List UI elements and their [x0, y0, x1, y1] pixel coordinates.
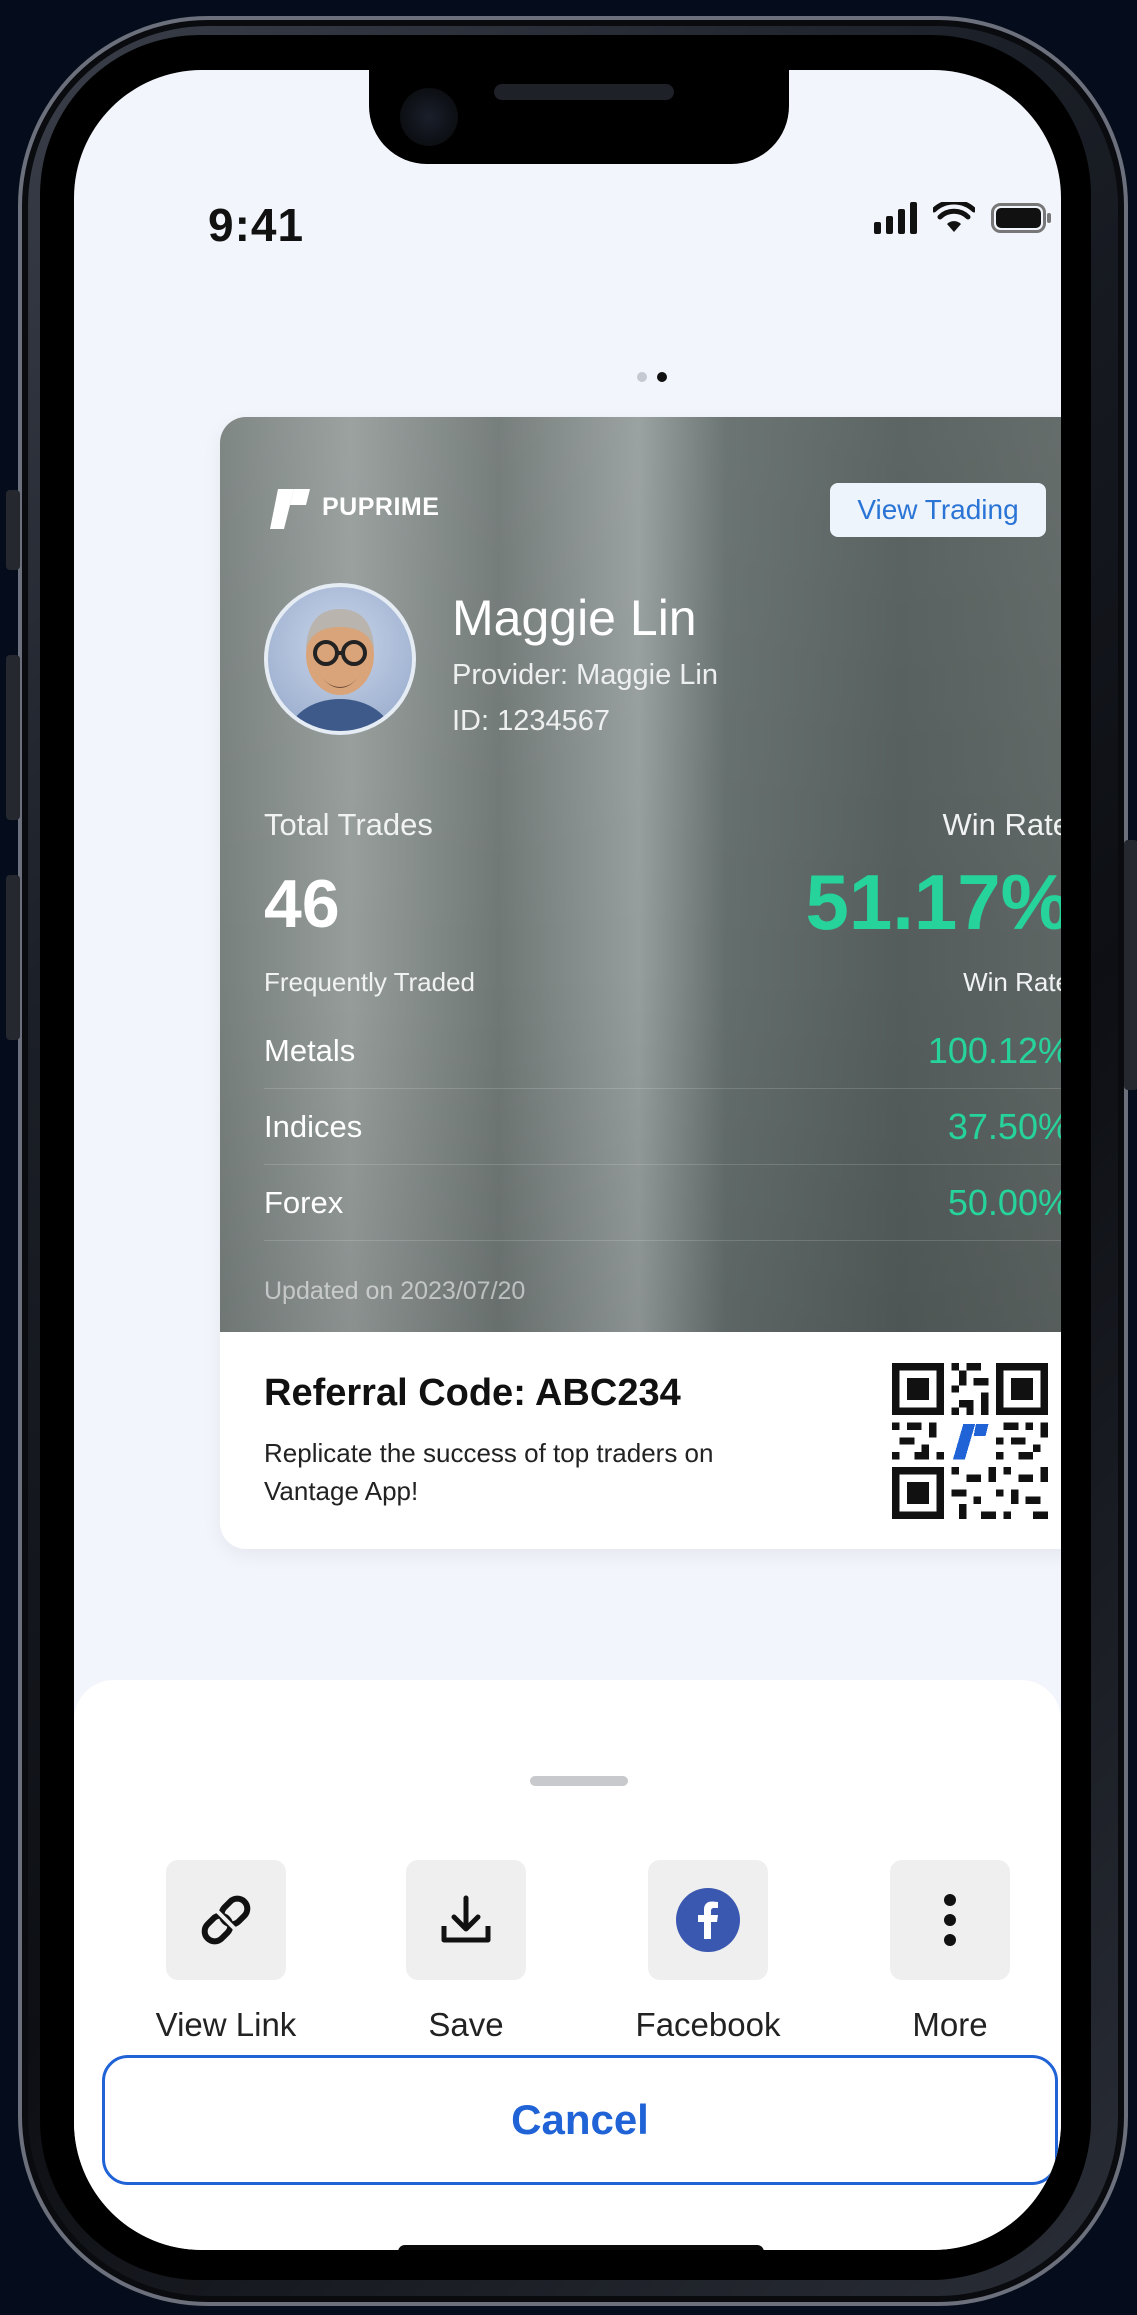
- avatar: [264, 583, 416, 735]
- link-icon: [201, 1895, 251, 1945]
- wifi-icon: [933, 202, 975, 234]
- share-bottom-sheet: View Link Save Facebook More Cancel: [74, 1680, 1061, 2250]
- silent-switch: [6, 490, 20, 570]
- provider-label: Provider:: [452, 659, 569, 691]
- speaker-grill: [494, 84, 674, 100]
- brand-logo: PUPRIME: [264, 483, 439, 531]
- total-trades-value: 46: [264, 866, 340, 942]
- list-item: Metals 100.12%: [264, 1013, 1061, 1089]
- total-trades-label: Total Trades: [264, 807, 433, 842]
- facebook-action[interactable]: Facebook: [618, 1860, 798, 2044]
- front-camera: [400, 88, 458, 146]
- cellular-signal-icon: [874, 202, 917, 234]
- volume-down-button: [6, 875, 20, 1040]
- list-item: Indices 37.50%: [264, 1089, 1061, 1165]
- status-time: 9:41: [208, 199, 305, 251]
- instrument-win-rate: 37.50%: [947, 1105, 1061, 1147]
- trader-id-line: ID: 1234567: [452, 705, 610, 738]
- puprime-logo-icon: [270, 489, 310, 529]
- battery-icon: [991, 203, 1053, 233]
- sheet-drag-handle[interactable]: [530, 1776, 628, 1786]
- win-rate-label: Win Rate: [942, 807, 1061, 842]
- trader-share-card: PUPRIME View Trading Maggie Lin Provider…: [220, 417, 1061, 1549]
- provider-line: Provider: Maggie Lin: [452, 659, 718, 692]
- power-button: [1124, 840, 1137, 1090]
- share-actions: View Link Save Facebook More: [74, 1860, 1061, 2060]
- facebook-icon: [676, 1888, 740, 1952]
- home-indicator[interactable]: [398, 2245, 764, 2250]
- instrument-name: Metals: [264, 1032, 356, 1068]
- page-dot-2[interactable]: [657, 372, 667, 382]
- instrument-win-rate-header: Win Rate: [963, 967, 1061, 997]
- instrument-name: Forex: [264, 1184, 344, 1220]
- instrument-win-rate: 50.00%: [947, 1181, 1061, 1223]
- brand-name: PUPRIME: [322, 492, 440, 521]
- phone-screen: 9:41 PUPRIME View Trading Maggie Lin Pro…: [74, 70, 1061, 2250]
- page-dot-1[interactable]: [637, 372, 647, 382]
- status-icons: [874, 202, 1053, 234]
- view-link-action[interactable]: View Link: [136, 1860, 316, 2044]
- list-item: Forex 50.00%: [264, 1165, 1061, 1241]
- facebook-button[interactable]: [648, 1860, 768, 1980]
- instrument-name: Indices: [264, 1108, 363, 1144]
- id-value: 1234567: [497, 705, 611, 737]
- cancel-button[interactable]: Cancel: [102, 2055, 1058, 2185]
- instrument-win-rate: 100.12%: [927, 1029, 1061, 1071]
- facebook-label: Facebook: [635, 2006, 781, 2043]
- more-button[interactable]: [890, 1860, 1010, 1980]
- id-label: ID:: [452, 705, 490, 737]
- frequently-traded-label: Frequently Traded: [264, 967, 476, 997]
- instrument-list: Metals 100.12% Indices 37.50% Forex 50.0…: [264, 1013, 1061, 1241]
- referral-code-title: Referral Code: ABC234: [264, 1372, 681, 1414]
- trader-name: Maggie Lin: [452, 590, 697, 646]
- save-action[interactable]: Save: [376, 1860, 556, 2044]
- more-vertical-icon: [944, 1894, 956, 1946]
- qr-code: [892, 1363, 1048, 1519]
- volume-up-button: [6, 655, 20, 820]
- updated-timestamp: Updated on 2023/07/20: [264, 1277, 526, 1305]
- qr-code-image: [892, 1363, 1048, 1519]
- more-action[interactable]: More: [860, 1860, 1040, 2044]
- save-button[interactable]: [406, 1860, 526, 1980]
- carousel-page-indicator: [637, 372, 667, 382]
- view-link-button[interactable]: [166, 1860, 286, 1980]
- view-link-label: View Link: [155, 2006, 297, 2043]
- download-icon: [441, 1895, 491, 1943]
- avatar-illustration: [288, 609, 392, 731]
- referral-description: Replicate the success of top traders on …: [264, 1438, 714, 1506]
- save-label: Save: [428, 2006, 504, 2043]
- provider-value: Maggie Lin: [576, 659, 718, 691]
- view-trading-button[interactable]: View Trading: [830, 483, 1046, 537]
- more-label: More: [912, 2006, 988, 2043]
- win-rate-value: 51.17%: [805, 858, 1061, 946]
